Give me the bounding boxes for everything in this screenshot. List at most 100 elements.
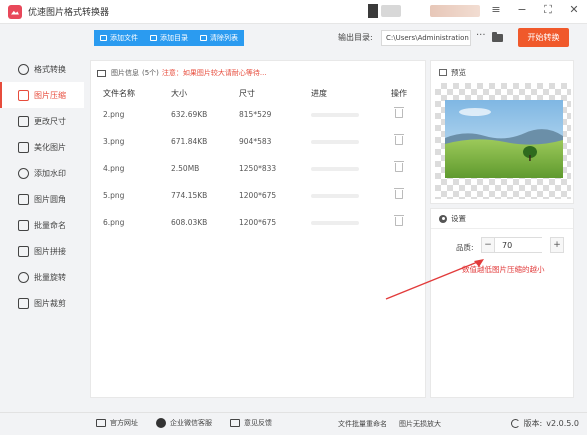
- trash-icon[interactable]: [394, 107, 404, 118]
- batch-rename-link[interactable]: 文件批量重命名: [338, 419, 387, 429]
- file-size: 608.03KB: [171, 218, 208, 227]
- sidebar-item-0[interactable]: 格式转换: [0, 56, 84, 82]
- resize-icon: [18, 115, 29, 127]
- user-info[interactable]: [368, 4, 480, 18]
- refresh-icon[interactable]: [510, 419, 520, 428]
- sidebar-item-label: 更改尺寸: [34, 116, 66, 126]
- start-convert-button[interactable]: 开始转换: [518, 28, 569, 47]
- table-row[interactable]: 4.png 2.50MB 1250*833: [91, 155, 425, 182]
- monitor-icon: [96, 419, 106, 427]
- clear-icon: [200, 35, 207, 41]
- sidebar-item-6[interactable]: 批量命名: [0, 212, 84, 238]
- quality-stepper: − 70 +: [481, 237, 564, 253]
- sidebar-item-9[interactable]: 图片裁剪: [0, 290, 84, 316]
- quality-input[interactable]: 70: [495, 237, 542, 253]
- sidebar-item-2[interactable]: 更改尺寸: [0, 108, 84, 134]
- trash-icon[interactable]: [394, 134, 404, 145]
- output-dir-label: 输出目录:: [338, 33, 373, 42]
- progress-cell: [311, 220, 379, 225]
- add-folder-button[interactable]: 添加目录: [144, 30, 194, 46]
- blurred-info: [381, 5, 401, 17]
- progress-bar: [311, 220, 359, 225]
- sidebar-item-label: 添加水印: [34, 168, 66, 178]
- progress-bar: [311, 166, 359, 171]
- file-dimensions: 1250*833: [239, 164, 277, 173]
- file-name: 4.png: [103, 164, 125, 173]
- table-row[interactable]: 3.png 671.84KB 904*583: [91, 128, 425, 155]
- sidebar-item-7[interactable]: 图片拼接: [0, 238, 84, 264]
- menu-icon[interactable]: ≡: [489, 3, 503, 17]
- version-info: 版本: v2.0.5.0: [510, 418, 579, 429]
- sidebar-item-label: 美化图片: [34, 142, 66, 152]
- settings-header: 设置: [431, 209, 573, 229]
- quality-label: 品质:: [456, 243, 474, 252]
- file-name: 5.png: [103, 191, 125, 200]
- progress-bar: [311, 193, 359, 198]
- table-row[interactable]: 2.png 632.69KB 815*529: [91, 101, 425, 128]
- feedback-link[interactable]: 意见反馈: [230, 418, 272, 428]
- preview-image: [445, 100, 563, 178]
- table-header: 文件名称 大小 尺寸 进度 操作: [91, 85, 425, 101]
- quality-decrease-button[interactable]: −: [481, 237, 495, 253]
- rotate-icon: [18, 271, 29, 283]
- wechat-support-link[interactable]: 企业微信客服: [156, 418, 212, 428]
- folder-icon[interactable]: [492, 32, 503, 42]
- sidebar-item-1[interactable]: 图片压缩: [0, 82, 84, 108]
- image-icon: [97, 69, 106, 77]
- table-row[interactable]: 6.png 608.03KB 1200*675: [91, 209, 425, 236]
- app-logo-icon: [8, 4, 22, 19]
- progress-cell: [311, 139, 379, 144]
- close-icon[interactable]: ✕: [567, 3, 581, 17]
- sidebar-item-5[interactable]: 图片圆角: [0, 186, 84, 212]
- sidebar-item-label: 图片拼接: [34, 246, 66, 256]
- sidebar-item-label: 图片圆角: [34, 194, 66, 204]
- round-corner-icon: [18, 193, 29, 205]
- add-folder-icon: [150, 35, 157, 41]
- sidebar-item-label: 图片压缩: [34, 90, 66, 100]
- file-dimensions: 1200*675: [239, 218, 277, 227]
- file-dimensions: 1200*675: [239, 191, 277, 200]
- minimize-icon[interactable]: −: [515, 3, 529, 17]
- sidebar-item-8[interactable]: 批量旋转: [0, 264, 84, 290]
- maximize-icon[interactable]: ⛶: [541, 3, 555, 17]
- progress-bar: [311, 112, 359, 117]
- add-file-icon: [100, 35, 107, 41]
- file-size: 671.84KB: [171, 137, 208, 146]
- file-name: 6.png: [103, 218, 125, 227]
- file-info-bar: 图片信息 (5个) 注意：如果图片较大请耐心等待...: [91, 61, 425, 85]
- progress-cell: [311, 112, 379, 117]
- table-row[interactable]: 5.png 774.15KB 1200*675: [91, 182, 425, 209]
- sidebar-item-label: 批量命名: [34, 220, 66, 230]
- trash-icon[interactable]: [394, 188, 404, 199]
- file-name: 3.png: [103, 137, 125, 146]
- annotation-arrow: [385, 259, 484, 300]
- beautify-icon: [18, 141, 29, 153]
- operation-cell: [379, 134, 419, 147]
- preview-panel: 预览: [430, 60, 574, 204]
- trash-icon[interactable]: [394, 161, 404, 172]
- sidebar-item-3[interactable]: 美化图片: [0, 134, 84, 160]
- clear-list-button[interactable]: 清除列表: [194, 30, 244, 46]
- gear-icon: [439, 214, 447, 223]
- file-size: 774.15KB: [171, 191, 208, 200]
- sidebar-item-label: 图片裁剪: [34, 298, 66, 308]
- file-dimensions: 904*583: [239, 137, 272, 146]
- website-link[interactable]: 官方网址: [96, 418, 138, 428]
- file-size: 632.69KB: [171, 110, 208, 119]
- output-path-field[interactable]: C:\Users\Administration: [381, 30, 471, 46]
- progress-cell: [311, 166, 379, 171]
- quality-increase-button[interactable]: +: [550, 237, 564, 253]
- sidebar-item-4[interactable]: 添加水印: [0, 160, 84, 186]
- watermark-icon: [18, 167, 29, 179]
- crop-icon: [18, 297, 29, 309]
- add-file-button[interactable]: 添加文件: [94, 30, 144, 46]
- operation-cell: [379, 188, 419, 201]
- lossless-zoom-link[interactable]: 图片无损放大: [399, 419, 441, 429]
- progress-cell: [311, 193, 379, 198]
- trash-icon[interactable]: [394, 215, 404, 226]
- footer: 官方网址 企业微信客服 意见反馈 文件批量重命名 图片无损放大 版本: v2.0…: [0, 412, 587, 435]
- compress-icon: [18, 89, 29, 101]
- preview-icon: [439, 68, 447, 76]
- more-options-button[interactable]: ···: [476, 30, 486, 41]
- file-size: 2.50MB: [171, 164, 200, 173]
